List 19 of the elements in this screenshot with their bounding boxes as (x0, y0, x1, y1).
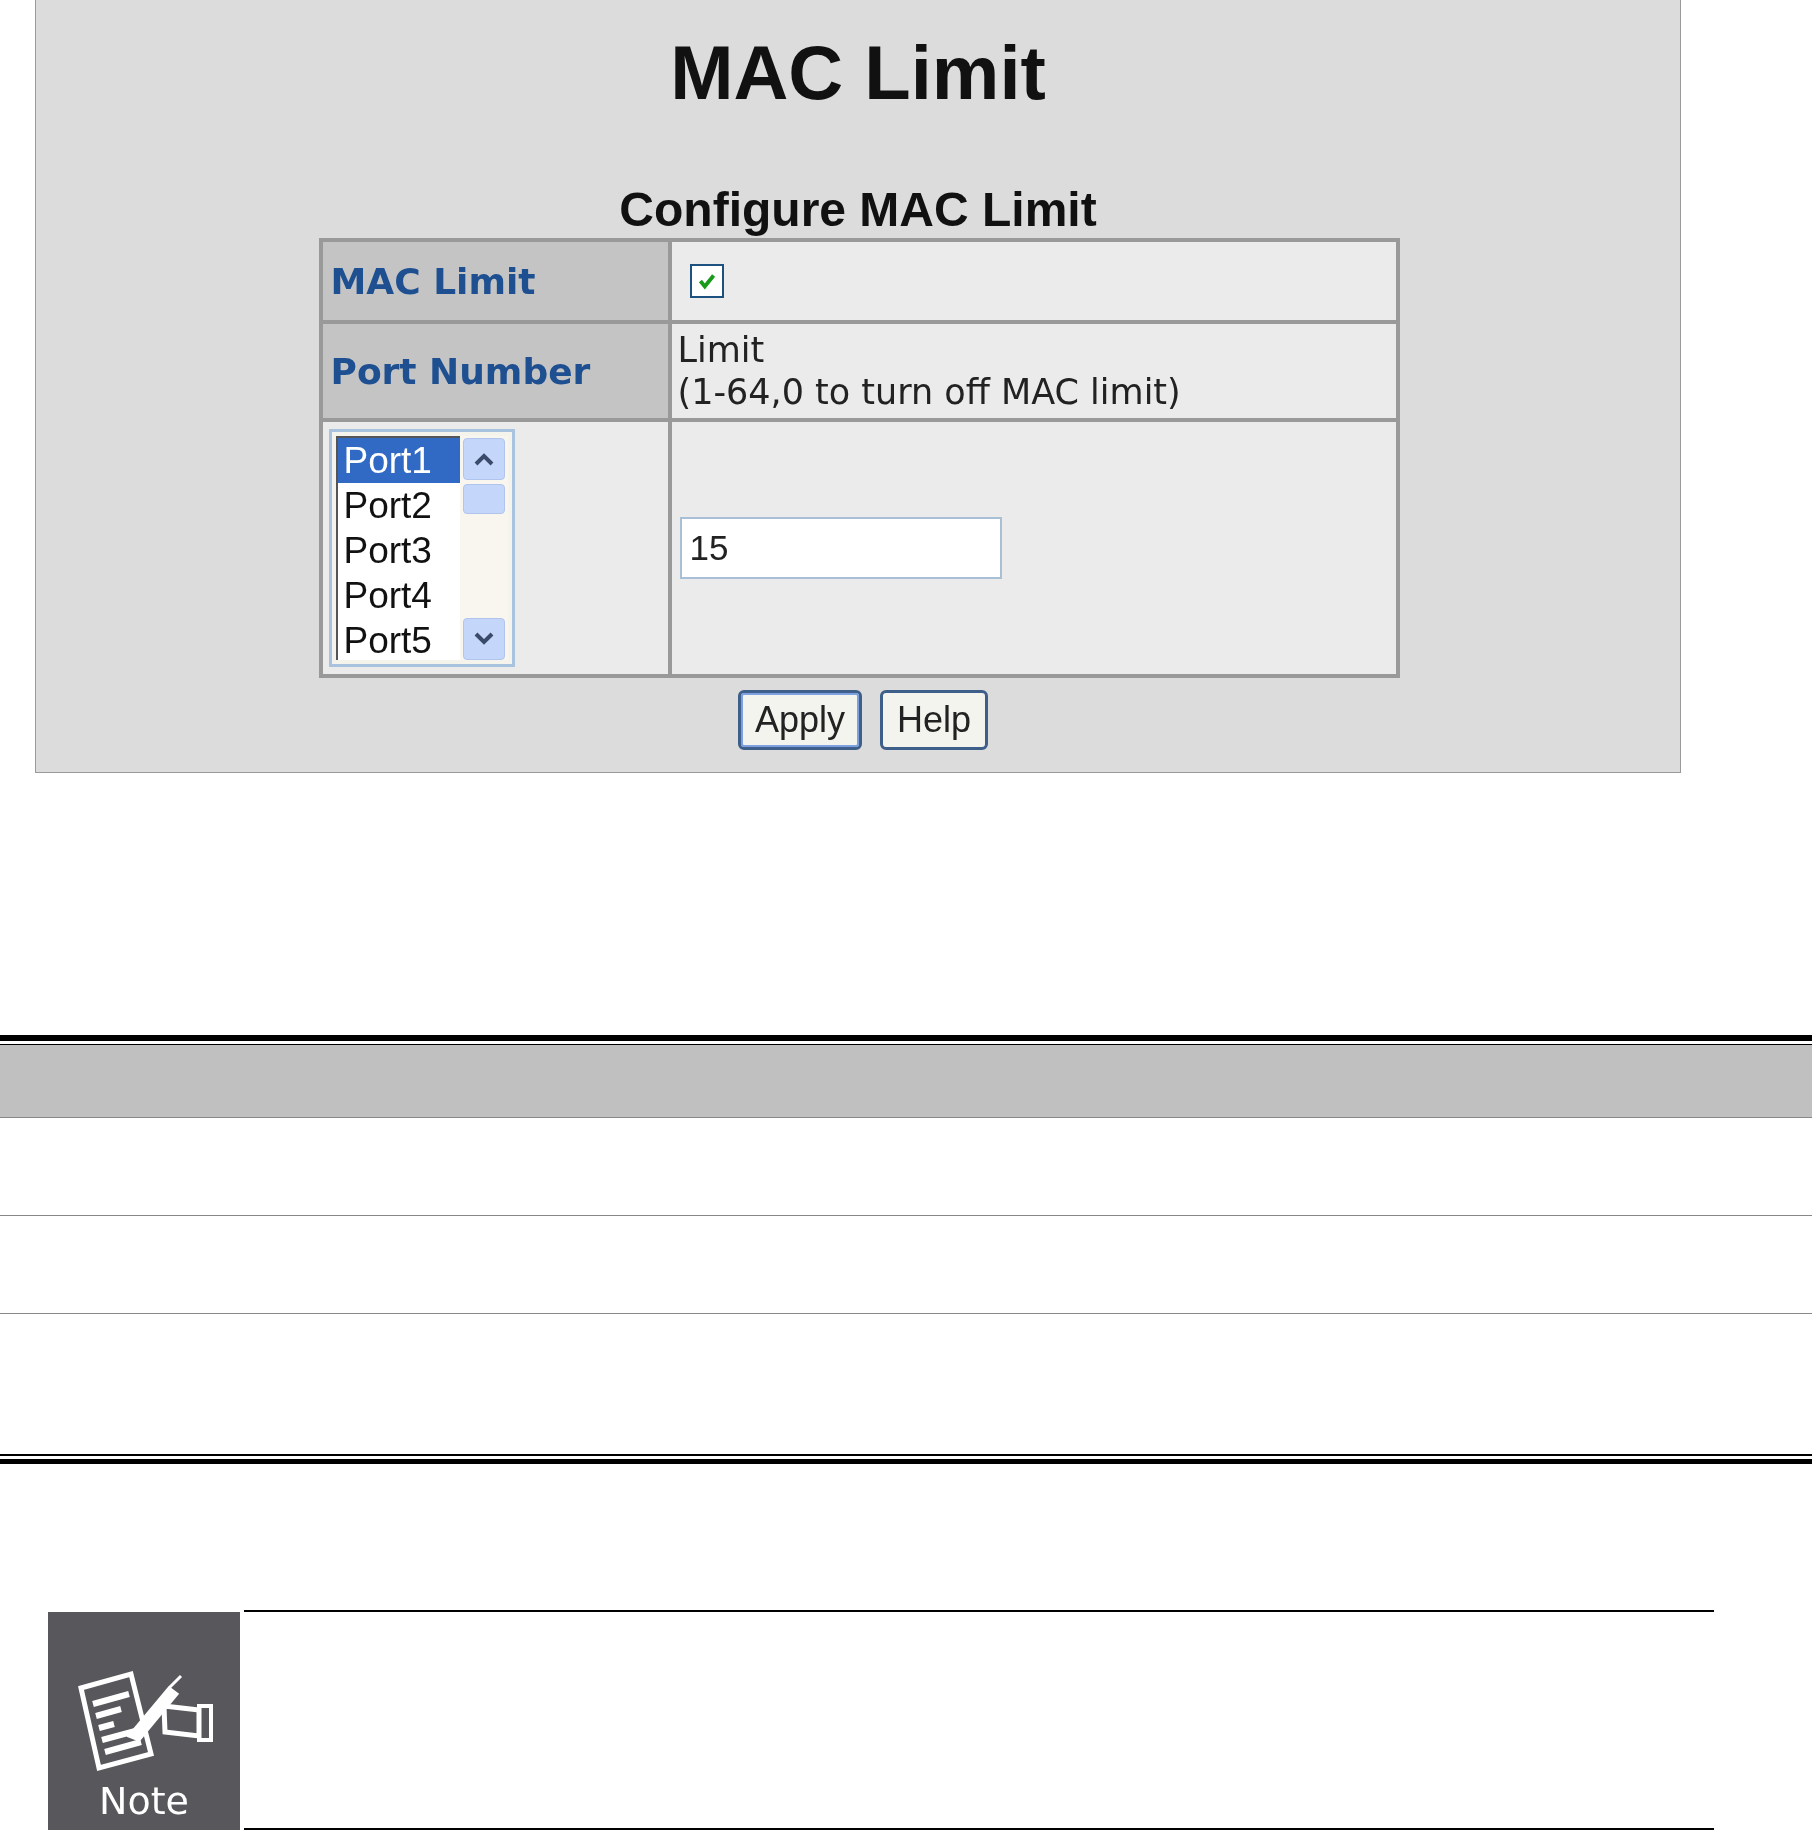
port-option[interactable]: Port4 (337, 573, 460, 618)
column-header: Port Number (322, 324, 668, 418)
scrollbar-thumb[interactable] (462, 484, 505, 514)
page-title: MAC Limit (670, 29, 1046, 117)
field-label: MAC Limit (322, 242, 668, 320)
section-title: Configure MAC Limit (619, 182, 1097, 238)
port-option[interactable]: Port5 (337, 618, 460, 663)
limit-input[interactable]: 15 (679, 517, 1002, 579)
help-button[interactable]: Help (880, 690, 989, 750)
apply-button[interactable]: Apply (737, 690, 862, 750)
port-option[interactable]: Port3 (337, 528, 460, 573)
scrollbar[interactable] (459, 436, 508, 660)
port-option[interactable]: Port2 (337, 483, 460, 528)
column-header: (1-64,0 to turn off MAC limit) (677, 371, 1181, 413)
checkbox[interactable] (689, 264, 724, 298)
port-option[interactable]: Port1 (337, 438, 460, 483)
port-list[interactable]: Port1 Port2 Port3 Port4 Port5 (328, 429, 515, 667)
note-icon: Note (48, 1612, 240, 1830)
column-header: Limit (677, 329, 765, 371)
